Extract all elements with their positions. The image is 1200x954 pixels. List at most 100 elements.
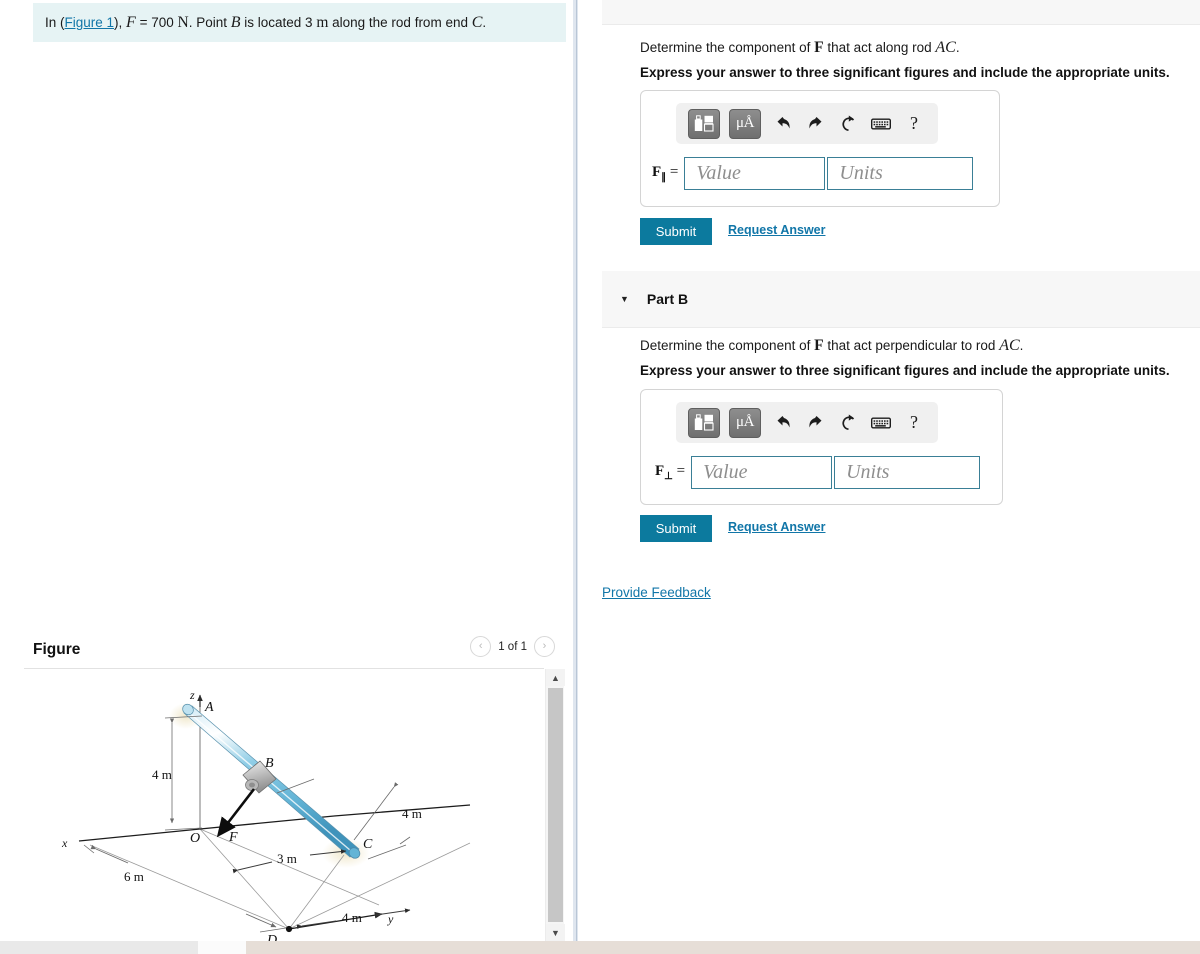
part-a-units-placeholder: Units <box>839 162 883 184</box>
bottom-strip-segment-right <box>246 941 1200 954</box>
keyboard-icon[interactable] <box>869 409 893 437</box>
label-y: y <box>387 912 394 926</box>
part-b-prompt-end: . <box>1019 338 1024 353</box>
part-b-force-symbol: F <box>814 337 824 354</box>
part-b-value-input[interactable]: Value <box>691 456 833 489</box>
undo-arrow-glyph <box>777 116 790 128</box>
part-a-rod-label: AC <box>935 39 956 56</box>
undo-arrow-glyph <box>777 415 790 427</box>
question-period: . <box>482 14 487 30</box>
part-a-prompt: Determine the component of F that act al… <box>640 39 960 57</box>
template-button[interactable] <box>688 108 720 139</box>
figure-scroll-down-arrow[interactable]: ▼ <box>546 924 565 941</box>
part-a-prompt-end: . <box>955 40 960 55</box>
reset-icon[interactable] <box>836 409 860 437</box>
part-b-units-input[interactable]: Units <box>834 456 981 489</box>
part-b-value-placeholder: Value <box>703 461 748 483</box>
part-a-prompt-pre: Determine the component of <box>640 40 815 55</box>
rod-force-diagram-svg: z A B C O D x y F 4 m 4 m 3 m 6 m 4 m <box>61 688 471 941</box>
label-x: x <box>61 836 68 850</box>
figure-scrollbar[interactable]: ▲ ▼ <box>545 669 565 941</box>
figure-prev-button[interactable]: ‹ <box>470 636 492 657</box>
axis-x-line <box>78 828 201 842</box>
chevron-down-icon[interactable]: ▼ <box>620 294 629 304</box>
units-button[interactable]: μÅ <box>729 407 761 438</box>
question-pane: In (Figure 1), F = 700 N. Point B is loc… <box>0 0 573 941</box>
help-icon[interactable]: ? <box>902 110 926 138</box>
label-c: C <box>363 837 373 852</box>
dim-label-4m-base: 4 m <box>342 910 362 925</box>
part-a-value-placeholder: Value <box>696 162 741 184</box>
part-a-request-answer-link[interactable]: Request Answer <box>728 223 825 237</box>
figure-scroll-thumb[interactable] <box>548 688 563 922</box>
point-d-marker <box>285 925 293 933</box>
label-force-f: F <box>228 830 238 845</box>
problem-page: In (Figure 1), F = 700 N. Point B is loc… <box>0 0 1200 954</box>
part-a-band[interactable] <box>602 0 1200 25</box>
question-eq: = 700 <box>135 14 178 30</box>
part-a-instruction: Express your answer to three significant… <box>640 65 1170 80</box>
part-b-equals: = <box>676 463 686 479</box>
help-icon[interactable]: ? <box>902 409 926 437</box>
part-a-toolbar: μÅ ? <box>676 103 938 144</box>
question-statement-text: In (Figure 1), F = 700 N. Point B is loc… <box>45 13 486 33</box>
part-a-answer-label: F∥ = <box>652 164 678 183</box>
part-b-answer-label: F⊥ = <box>655 463 685 482</box>
redo-icon[interactable] <box>803 409 827 437</box>
figure-next-button[interactable]: › <box>534 636 555 657</box>
part-a-force-symbol: F <box>814 39 824 56</box>
redo-arrow-glyph <box>809 116 822 128</box>
dim-label-4m-rod: 4 m <box>402 806 422 821</box>
template-button[interactable] <box>688 407 720 438</box>
part-a-value-input[interactable]: Value <box>684 157 826 190</box>
force-symbol: F <box>126 13 136 31</box>
units-button[interactable]: μÅ <box>729 108 761 139</box>
undo-icon[interactable] <box>770 110 794 138</box>
reset-circle-glyph <box>841 414 854 431</box>
question-prefix: In ( <box>45 14 65 30</box>
reset-circle-glyph <box>841 115 854 132</box>
question-mid: ), <box>114 14 127 30</box>
redo-arrow-glyph <box>809 415 822 427</box>
question-statement-banner: In (Figure 1), F = 700 N. Point B is loc… <box>33 3 566 42</box>
template-icon <box>694 115 714 132</box>
dim-label-4m-vertical: 4 m <box>152 767 172 782</box>
part-b-title: Part B <box>646 291 689 307</box>
part-a-equals: = <box>669 164 679 180</box>
figure-scroll-up-arrow[interactable]: ▲ <box>546 669 565 686</box>
part-b-answer-box: μÅ ? F⊥ = Value Units <box>640 389 1003 505</box>
bottom-strip <box>0 941 1200 954</box>
provide-feedback-link[interactable]: Provide Feedback <box>602 585 711 600</box>
figure-pager-label: 1 of 1 <box>498 640 527 653</box>
part-a-submit-button[interactable]: Submit <box>640 218 712 245</box>
reset-icon[interactable] <box>836 110 860 138</box>
redo-icon[interactable] <box>803 110 827 138</box>
template-icon <box>694 414 714 431</box>
part-b-prompt-pre: Determine the component of <box>640 338 815 353</box>
point-c-symbol: C <box>471 13 483 31</box>
part-b-band[interactable]: ▼ Part B <box>602 271 1200 328</box>
bottom-strip-segment-left <box>0 941 198 954</box>
force-vector-f <box>216 788 256 838</box>
part-a-label-f: F <box>652 164 662 180</box>
label-b: B <box>265 756 274 771</box>
question-sentence2: . Point <box>188 14 231 30</box>
label-z: z <box>189 688 195 702</box>
keyboard-glyph <box>871 118 891 129</box>
question-sentence3: is located 3 <box>240 14 317 30</box>
unit-newton: N <box>177 13 189 31</box>
undo-icon[interactable] <box>770 409 794 437</box>
part-b-request-answer-link[interactable]: Request Answer <box>728 520 825 534</box>
part-a-units-input[interactable]: Units <box>827 157 974 190</box>
dim-label-6m: 6 m <box>124 869 144 884</box>
keyboard-icon[interactable] <box>869 110 893 138</box>
part-a-answer-row: F∥ = Value Units <box>652 157 974 190</box>
figure-1-link[interactable]: Figure 1 <box>65 15 115 30</box>
part-b-label-f: F <box>655 463 665 479</box>
bottom-strip-segment-mid <box>198 941 246 954</box>
figure-title: Figure <box>33 641 81 658</box>
part-b-submit-button[interactable]: Submit <box>640 515 712 542</box>
answer-pane: Determine the component of F that act al… <box>578 0 1200 941</box>
part-b-label-subscript: ⊥ <box>664 471 673 482</box>
label-d: D <box>266 933 277 941</box>
